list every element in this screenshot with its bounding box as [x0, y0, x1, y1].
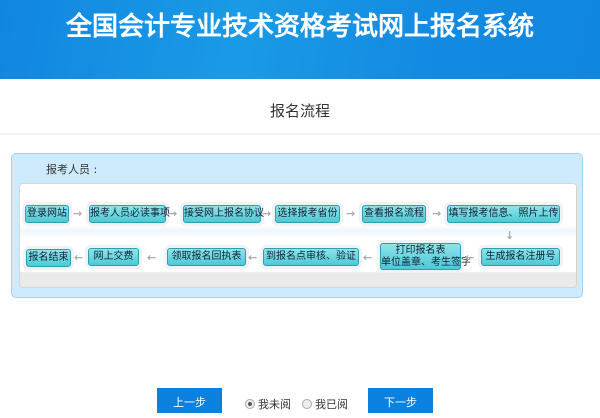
step-print-sub: 单位盖章、考生签字 — [381, 257, 471, 268]
arrow-left-icon: ← — [248, 251, 258, 264]
step-verify: 到报名点审核、验证 — [263, 248, 359, 266]
step-view-flow: 查看报名流程 — [362, 205, 426, 223]
step-print-form: 打印报名表 单位盖章、考生签字 — [380, 243, 471, 270]
radio-read-circle[interactable] — [302, 399, 312, 409]
arrow-left-icon: ← — [363, 251, 373, 264]
step-gen-number: 生成报名注册号 — [481, 248, 560, 266]
page-title: 报名流程 — [269, 102, 330, 120]
flow-panel: 报考人员 : — [11, 153, 583, 298]
step-end: 报名结束 — [26, 249, 71, 267]
radio-read[interactable]: 我已阅 — [302, 396, 348, 412]
radio-unread-circle[interactable] — [245, 399, 255, 409]
prev-button[interactable]: 上一步 — [157, 388, 222, 413]
arrow-right-icon: → — [73, 207, 83, 220]
step-print-title: 打印报名表 — [395, 245, 446, 256]
step-fill-info: 填写报考信息、照片上传 — [447, 205, 560, 223]
arrow-right-icon: → — [346, 207, 356, 220]
radio-read-label: 我已阅 — [315, 398, 348, 411]
step-login: 登录网站 — [25, 205, 69, 223]
arrow-left-icon: ← — [74, 251, 84, 264]
arrow-right-icon: → — [432, 207, 442, 220]
step-accept-agreement: 接受网上报名协议 — [183, 205, 264, 223]
step-receipt: 领取报名回执表 — [167, 248, 246, 266]
radio-unread-label: 我未阅 — [258, 398, 291, 411]
arrow-right-icon: → — [168, 207, 178, 220]
arrow-left-icon: ← — [147, 251, 157, 264]
arrow-down-icon: ↓ — [505, 229, 515, 242]
arrow-left-icon: ← — [465, 251, 475, 264]
system-title: 全国会计专业技术资格考试网上报名系统 — [65, 12, 534, 42]
flow-label: 报考人员 : — [46, 163, 98, 176]
step-select-province: 选择报考省份 — [275, 205, 340, 223]
next-button[interactable]: 下一步 — [368, 388, 433, 413]
radio-unread[interactable]: 我未阅 — [245, 396, 291, 412]
step-pay-online: 网上交费 — [88, 248, 139, 266]
header-banner: 全国会计专业技术资格考试网上报名系统 — [0, 0, 600, 79]
divider — [0, 133, 600, 135]
arrow-right-icon: → — [262, 207, 272, 220]
flow-chart — [19, 183, 577, 288]
step-read-notice: 报考人员必读事项 — [89, 205, 170, 223]
